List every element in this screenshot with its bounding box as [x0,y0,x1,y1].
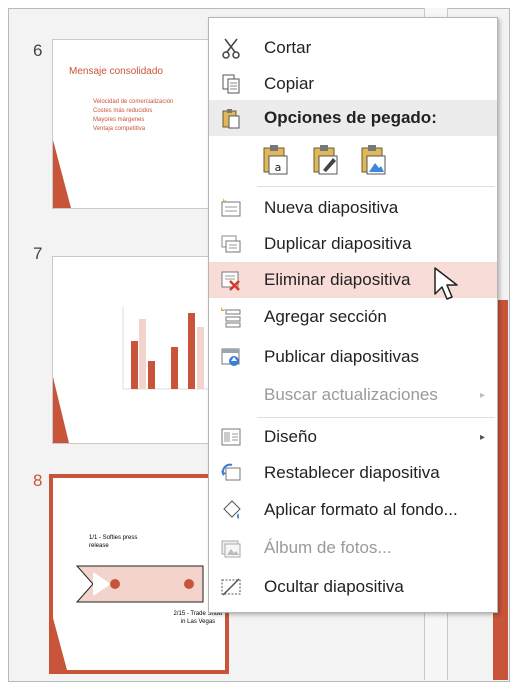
menu-label-hide-slide: Ocultar diapositiva [264,577,404,596]
add-section-icon [221,307,241,328]
new-slide-icon [221,198,241,217]
menu-label-cut: Cortar [264,38,312,57]
menu-label-publish-slides: Publicar diapositivas [264,347,419,366]
menu-label-delete-slide: Eliminar diapositiva [264,270,411,289]
slide-8-timeline [53,565,204,670]
menu-item-cut[interactable]: Cortar [209,30,497,66]
submenu-arrow-icon: ▸ [479,431,485,443]
svg-text:a: a [275,161,282,174]
paste-icon [222,109,240,129]
menu-item-layout[interactable]: Diseño ▸ [209,419,497,455]
menu-label-format-background: Aplicar formato al fondo... [264,500,458,519]
slide-number-6: 6 [33,41,43,60]
hide-slide-icon [221,578,241,596]
menu-item-publish-slides[interactable]: Publicar diapositivas [209,339,497,375]
slide-thumbnail-7[interactable] [52,256,226,444]
format-background-icon [223,500,241,519]
publish-slides-icon [221,348,240,366]
reset-slide-icon [221,463,241,481]
menu-label-duplicate-slide: Duplicar diapositiva [264,234,412,253]
slide-7-chart [53,307,225,443]
paste-keep-text-icon[interactable]: a [261,144,291,176]
layout-icon [221,428,241,446]
paste-options-header: Opciones de pegado: [209,100,497,136]
menu-label-new-slide: Nueva diapositiva [264,198,399,217]
slide-number-8: 8 [33,471,43,490]
menu-label-reset-slide: Restablecer diapositiva [264,463,440,482]
slide-thumbnail-8-selected[interactable]: 1/1 - Softies press release 2/15 - Trade… [49,474,229,674]
scissors-icon [222,38,240,59]
menu-item-copy[interactable]: Copiar [209,66,497,102]
menu-item-duplicate-slide[interactable]: Duplicar diapositiva [209,226,497,262]
menu-label-add-section: Agregar sección [264,307,387,326]
submenu-arrow-icon: ▸ [479,389,485,401]
menu-label-check-updates: Buscar actualizaciones [264,385,438,404]
paste-options-label: Opciones de pegado: [264,108,437,127]
menu-item-format-background[interactable]: Aplicar formato al fondo... [209,492,497,528]
slide-number-7: 7 [33,244,43,263]
copy-icon [222,74,240,94]
paste-keep-format-icon[interactable] [311,144,341,176]
duplicate-slide-icon [221,235,241,253]
menu-item-hide-slide[interactable]: Ocultar diapositiva [209,569,497,605]
menu-label-layout: Diseño [264,427,317,446]
menu-label-copy: Copiar [264,74,315,93]
menu-item-photo-album: Álbum de fotos... [209,530,497,566]
menu-item-check-updates: Buscar actualizaciones ▸ [209,377,497,413]
menu-separator [257,417,495,418]
context-menu: Cortar Copiar Opciones de pegado: a Nuev… [208,17,498,613]
delete-slide-icon [221,271,240,291]
slide-thumbnail-6[interactable]: Mensaje consolidado Velocidad de comerci… [52,39,226,209]
menu-item-reset-slide[interactable]: Restablecer diapositiva [209,455,497,491]
slide-6-decoration [53,140,71,208]
mouse-cursor-icon [434,267,458,300]
paste-picture-icon[interactable] [359,144,389,176]
photo-album-icon [221,540,241,558]
paste-options-row: a [209,134,497,186]
menu-separator [257,186,495,187]
menu-label-photo-album: Álbum de fotos... [264,538,392,557]
menu-item-new-slide[interactable]: Nueva diapositiva [209,190,497,226]
